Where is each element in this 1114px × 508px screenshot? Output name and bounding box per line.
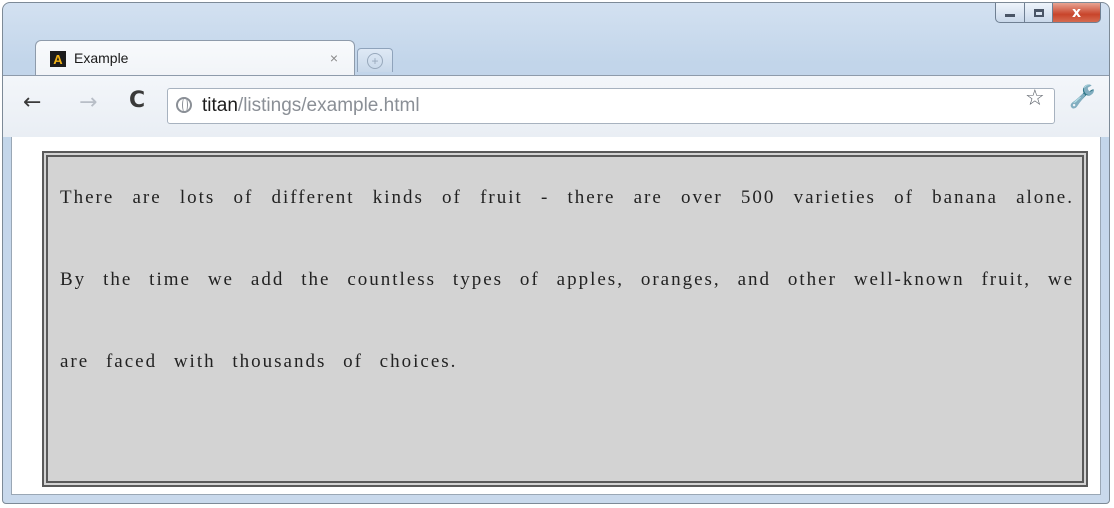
url-path: /listings/example.html	[237, 95, 420, 116]
url-text: titan/listings/example.html	[202, 95, 420, 117]
favicon-icon: A	[50, 51, 66, 67]
minimize-button[interactable]	[995, 3, 1025, 23]
close-window-icon: x	[1071, 4, 1082, 21]
new-tab-icon: +	[367, 52, 383, 69]
maximize-button[interactable]	[1025, 3, 1053, 23]
globe-icon	[176, 97, 192, 113]
star-icon[interactable]: ☆	[1025, 88, 1045, 110]
url-host: titan	[202, 95, 238, 116]
window-controls: x	[995, 3, 1101, 23]
forward-arrow-icon[interactable]: →	[79, 92, 97, 114]
close-window-button[interactable]: x	[1053, 3, 1101, 23]
maximize-icon	[1033, 8, 1044, 17]
browser-window: x A Example × + ← → C titan/listings/exa…	[2, 2, 1110, 504]
back-arrow-icon[interactable]: ←	[23, 92, 41, 114]
reload-icon[interactable]: C	[129, 90, 145, 112]
new-tab-button[interactable]: +	[357, 48, 393, 72]
tab-title: Example	[74, 50, 129, 66]
minimize-icon	[1005, 14, 1015, 17]
paragraph-text: There are lots of different kinds of fru…	[60, 187, 1074, 372]
address-bar[interactable]: titan/listings/example.html	[167, 88, 1055, 124]
tab-example[interactable]: A Example ×	[35, 40, 355, 76]
page-viewport: There are lots of different kinds of fru…	[11, 137, 1101, 495]
close-tab-icon[interactable]: ×	[330, 50, 338, 66]
wrench-icon[interactable]: 🔧	[1069, 85, 1096, 110]
browser-toolbar: ← → C titan/listings/example.html ☆ 🔧	[3, 75, 1109, 137]
content-box: There are lots of different kinds of fru…	[42, 151, 1088, 487]
